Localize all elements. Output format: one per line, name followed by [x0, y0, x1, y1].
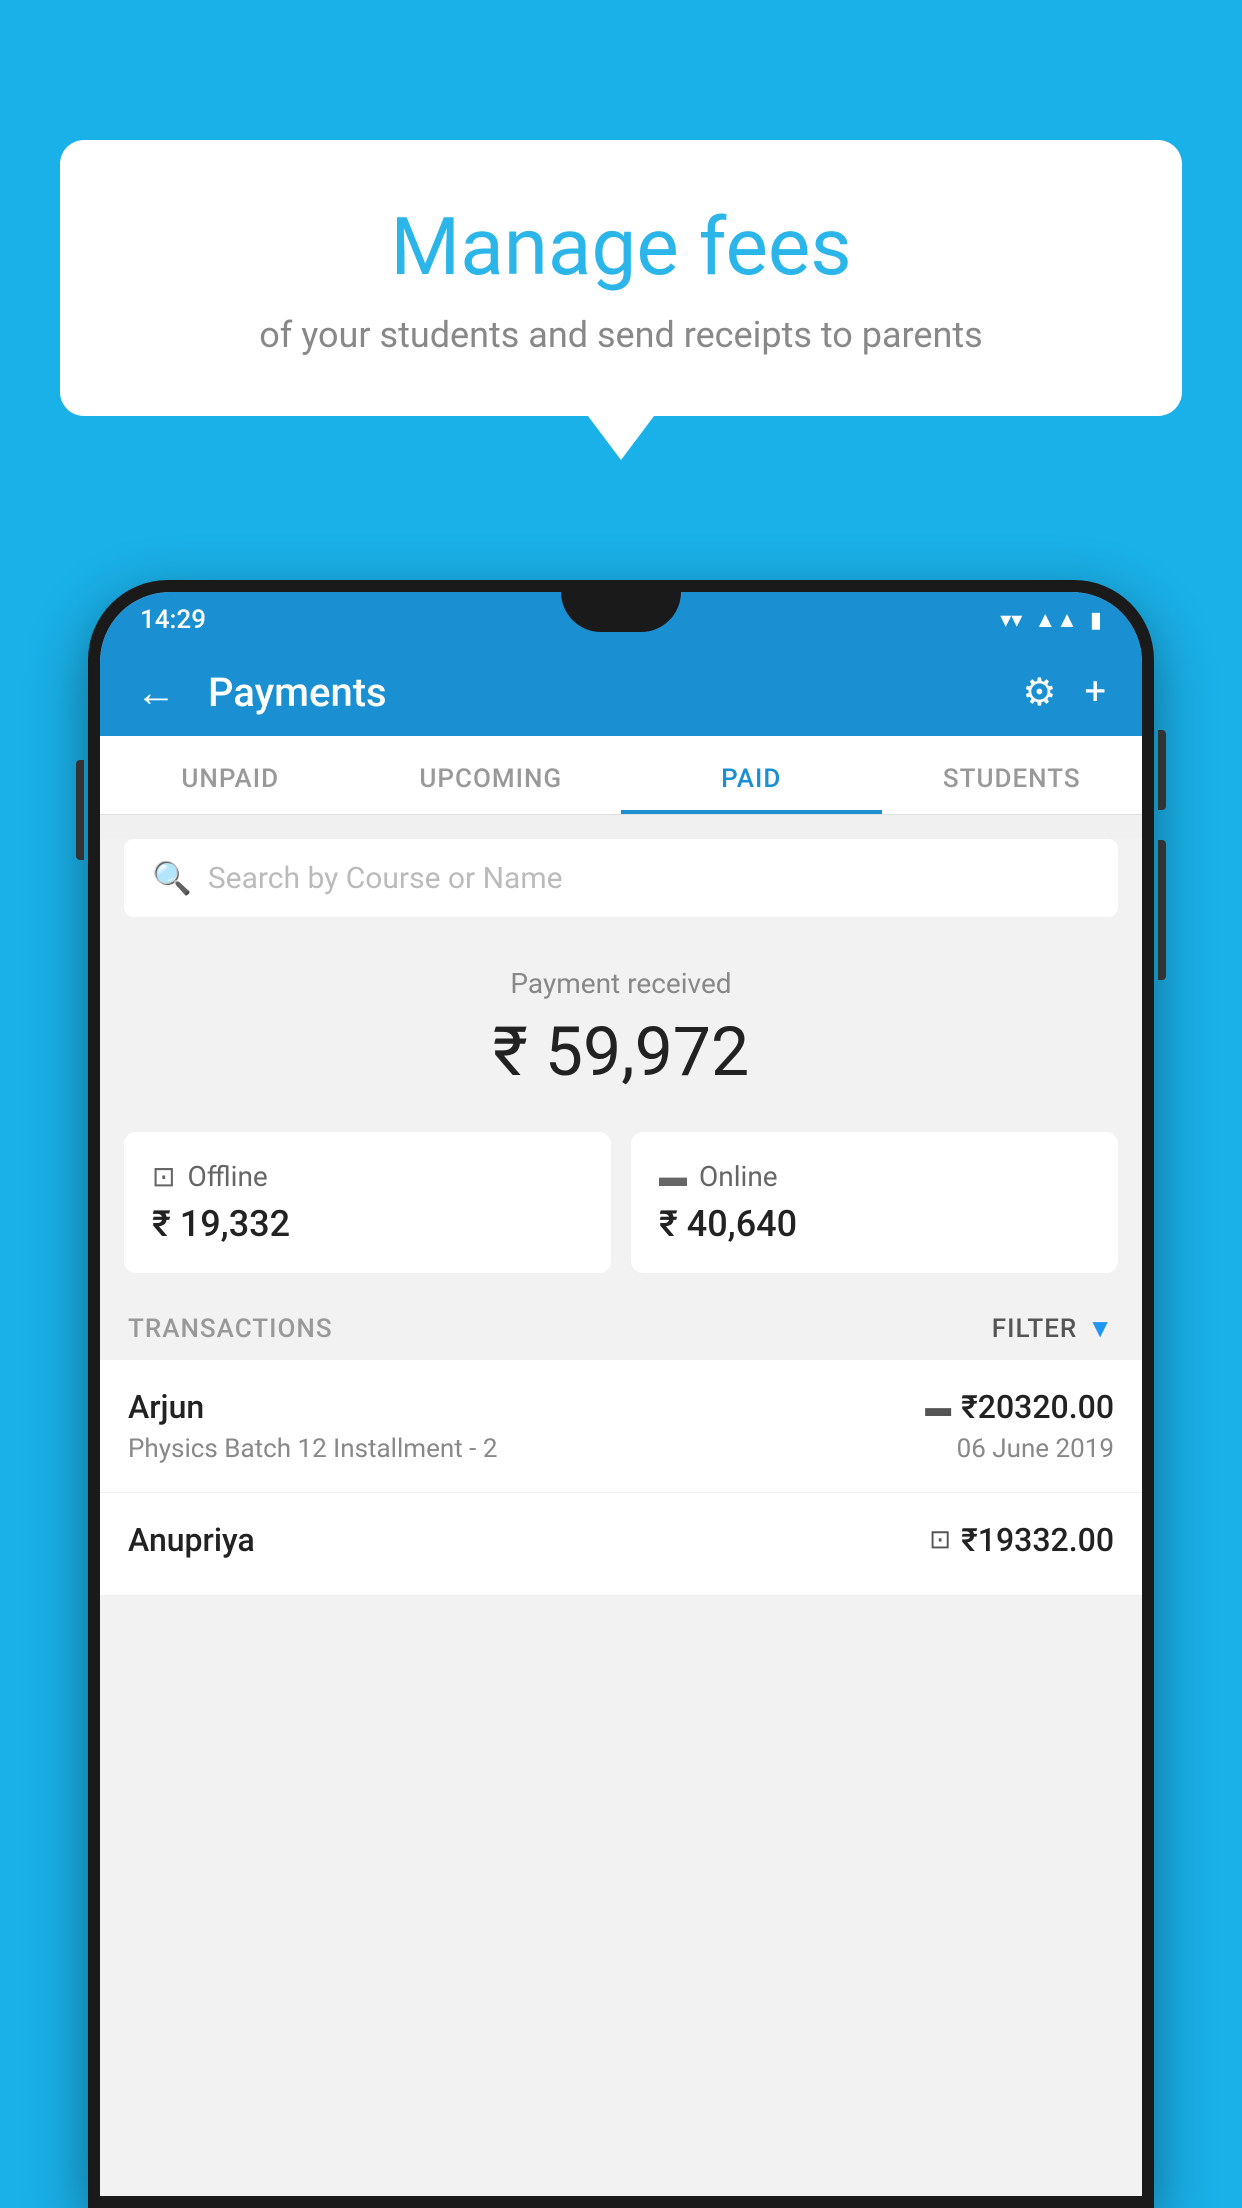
add-icon[interactable]: +: [1084, 670, 1106, 714]
status-time: 14:29: [140, 605, 206, 635]
offline-card-header: ⊡ Offline: [152, 1160, 583, 1193]
tab-students[interactable]: STUDENTS: [882, 736, 1143, 814]
transaction-row[interactable]: Anupriya ⊡ ₹19332.00: [100, 1493, 1142, 1596]
online-card: ▬ Online ₹ 40,640: [631, 1132, 1118, 1273]
payment-summary: Payment received ₹ 59,972: [100, 937, 1142, 1112]
tab-unpaid[interactable]: UNPAID: [100, 736, 361, 814]
camera-notch: [561, 592, 681, 632]
payment-method-icon: ▬: [925, 1392, 951, 1423]
app-header: ← Payments ⚙ +: [100, 648, 1142, 736]
transaction-top: Arjun ▬ ₹20320.00: [128, 1388, 1114, 1426]
filter-label: FILTER: [992, 1314, 1077, 1344]
payment-received-amount: ₹ 59,972: [100, 1012, 1142, 1092]
amount-value: ₹20320.00: [961, 1388, 1114, 1426]
page-title: Payments: [208, 669, 998, 716]
transactions-label: TRANSACTIONS: [128, 1314, 333, 1344]
status-bar: 14:29 ▾▾ ▲▲ ▮: [100, 592, 1142, 648]
online-label: Online: [699, 1160, 778, 1193]
online-card-header: ▬ Online: [659, 1160, 1090, 1193]
phone-screen: 14:29 ▾▾ ▲▲ ▮ ← Payments ⚙ + UNPAID UPCO…: [100, 592, 1142, 2196]
tab-bar: UNPAID UPCOMING PAID STUDENTS: [100, 736, 1142, 815]
filter-button[interactable]: FILTER ▼: [992, 1313, 1114, 1344]
search-icon: 🔍: [152, 859, 192, 897]
tab-paid[interactable]: PAID: [621, 736, 882, 814]
student-name: Anupriya: [128, 1521, 255, 1559]
student-name: Arjun: [128, 1388, 204, 1426]
transaction-top: Anupriya ⊡ ₹19332.00: [128, 1521, 1114, 1559]
settings-icon[interactable]: ⚙: [1022, 670, 1056, 715]
transaction-bottom: Physics Batch 12 Installment - 2 06 June…: [128, 1434, 1114, 1464]
transaction-row[interactable]: Arjun ▬ ₹20320.00 Physics Batch 12 Insta…: [100, 1360, 1142, 1493]
signal-icon: ▲▲: [1034, 607, 1078, 633]
course-info: Physics Batch 12 Installment - 2: [128, 1434, 497, 1464]
transaction-amount: ▬ ₹20320.00: [925, 1388, 1114, 1426]
wifi-icon: ▾▾: [1000, 608, 1022, 633]
bubble-subtitle: of your students and send receipts to pa…: [140, 314, 1102, 356]
bubble-title: Manage fees: [140, 200, 1102, 294]
transactions-header: TRANSACTIONS FILTER ▼: [100, 1293, 1142, 1360]
offline-amount: ₹ 19,332: [152, 1203, 583, 1245]
offline-card: ⊡ Offline ₹ 19,332: [124, 1132, 611, 1273]
offline-icon: ⊡: [152, 1160, 175, 1193]
back-button[interactable]: ←: [136, 669, 176, 716]
status-icons: ▾▾ ▲▲ ▮: [1000, 607, 1102, 633]
speech-bubble: Manage fees of your students and send re…: [60, 140, 1182, 416]
battery-icon: ▮: [1090, 608, 1102, 633]
offline-label: Offline: [187, 1160, 267, 1193]
phone-frame: 14:29 ▾▾ ▲▲ ▮ ← Payments ⚙ + UNPAID UPCO…: [88, 580, 1154, 2208]
payment-cards-row: ⊡ Offline ₹ 19,332 ▬ Online ₹ 40,640: [124, 1132, 1118, 1273]
search-placeholder: Search by Course or Name: [208, 861, 563, 896]
transaction-amount: ⊡ ₹19332.00: [929, 1521, 1114, 1559]
search-bar[interactable]: 🔍 Search by Course or Name: [124, 839, 1118, 917]
tab-upcoming[interactable]: UPCOMING: [361, 736, 622, 814]
volume-button: [76, 760, 84, 860]
online-icon: ▬: [659, 1160, 687, 1193]
amount-value: ₹19332.00: [961, 1521, 1114, 1559]
filter-icon: ▼: [1087, 1313, 1114, 1344]
speech-bubble-container: Manage fees of your students and send re…: [60, 140, 1182, 416]
payment-received-label: Payment received: [100, 967, 1142, 1000]
header-actions: ⚙ +: [1022, 670, 1106, 715]
online-amount: ₹ 40,640: [659, 1203, 1090, 1245]
transaction-date: 06 June 2019: [957, 1434, 1114, 1464]
content-area: 🔍 Search by Course or Name Payment recei…: [100, 839, 1142, 2196]
payment-method-icon: ⊡: [929, 1525, 951, 1555]
power-button-top: [1158, 730, 1166, 810]
power-button-bottom: [1158, 840, 1166, 980]
